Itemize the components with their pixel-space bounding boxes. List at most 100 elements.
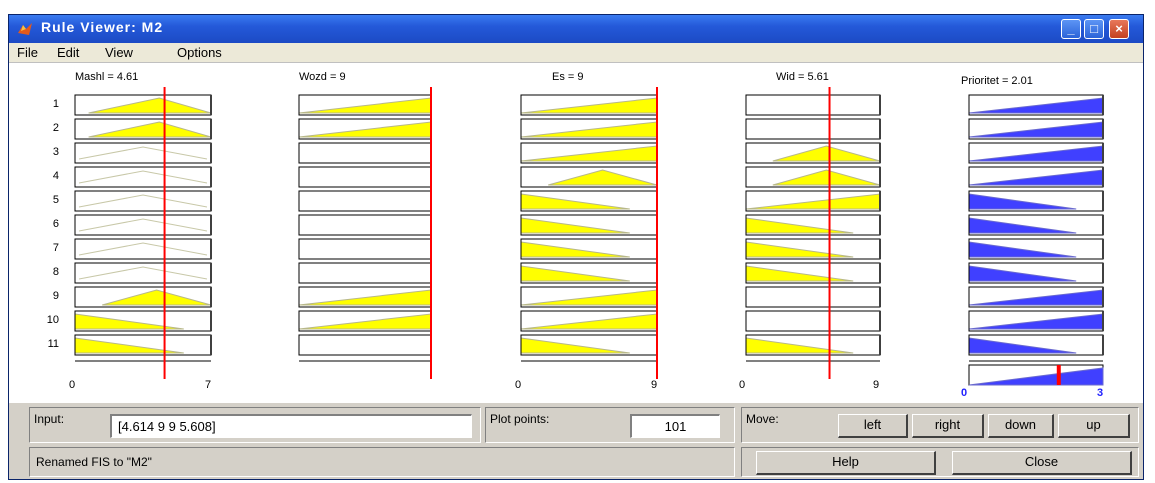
rule-cell-box	[745, 286, 881, 308]
input-mf-shape	[745, 193, 881, 210]
wid-axis-min: 0	[739, 379, 746, 391]
rule-cell-box	[745, 310, 881, 332]
prioritet-axis-min: 0	[961, 387, 968, 399]
move-right-button[interactable]: right	[912, 414, 984, 438]
input-mf-shape	[74, 313, 184, 330]
input-mf-shape	[772, 145, 881, 162]
input-mf-shape	[520, 121, 658, 138]
help-close-panel: Help Close	[741, 447, 1139, 477]
mf-outline	[78, 266, 208, 280]
move-up-button[interactable]: up	[1058, 414, 1130, 438]
wid-axis-max: 9	[873, 379, 880, 391]
rule-cell-box	[74, 166, 212, 188]
mashl-axis-max: 7	[205, 379, 212, 391]
input-vector-field[interactable]: [4.614 9 9 5.608]	[110, 414, 472, 438]
close-button[interactable]: Close	[952, 451, 1132, 475]
rule-cell-box	[74, 238, 212, 260]
input-mf-shape	[772, 169, 881, 186]
es-axis-min: 0	[515, 379, 522, 391]
status-bar: Renamed FIS to "M2"	[29, 447, 735, 477]
input-mf-shape	[520, 289, 658, 306]
move-left-button[interactable]: left	[838, 414, 908, 438]
title-bar: Rule Viewer: M2 _ □ ×	[9, 15, 1143, 43]
es-axis-max: 9	[651, 379, 658, 391]
input-mf-shape	[102, 289, 212, 306]
move-down-button[interactable]: down	[988, 414, 1054, 438]
input-mf-shape	[745, 241, 854, 258]
rule-cell-box	[745, 94, 881, 116]
mf-outline	[78, 242, 208, 256]
output-mf-shape	[968, 217, 1077, 234]
rule-viewer-window: Rule Viewer: M2 _ □ × File Edit View Opt…	[8, 14, 1144, 480]
output-mf-shape	[968, 337, 1077, 354]
input-mf-shape	[298, 289, 432, 306]
rule-cell-box	[745, 118, 881, 140]
output-mf-shape	[968, 241, 1077, 258]
input-mf-shape	[298, 313, 432, 330]
input-mf-shape	[745, 337, 854, 354]
plot-points-panel: Plot points: 101	[485, 407, 735, 443]
rule-cell-box	[74, 142, 212, 164]
input-mf-shape	[298, 121, 432, 138]
rule-cell-box	[298, 238, 432, 260]
window-title: Rule Viewer: M2	[41, 19, 164, 35]
mf-outline	[78, 146, 208, 160]
input-mf-shape	[520, 313, 658, 330]
input-mf-shape	[520, 241, 630, 258]
help-button[interactable]: Help	[756, 451, 936, 475]
input-mf-shape	[548, 169, 658, 186]
plot-points-label: Plot points:	[490, 412, 550, 426]
output-mf-shape	[968, 169, 1104, 186]
rule-cell-box	[74, 214, 212, 236]
input-mf-shape	[88, 121, 212, 138]
rule-cell-box	[74, 190, 212, 212]
input-mf-shape	[745, 265, 854, 282]
output-mf-shape	[968, 97, 1104, 114]
mf-outline	[78, 194, 208, 208]
rule-cell-box	[298, 262, 432, 284]
status-text: Renamed FIS to "M2"	[36, 455, 152, 469]
menu-bar: File Edit View Options	[9, 43, 1143, 63]
rule-cell-box	[298, 166, 432, 188]
input-mf-shape	[88, 97, 212, 114]
input-mf-shape	[520, 217, 630, 234]
rule-cell-box	[298, 142, 432, 164]
output-mf-shape	[968, 193, 1077, 210]
input-mf-shape	[74, 337, 184, 354]
rule-cell-box	[74, 262, 212, 284]
output-mf-shape	[968, 121, 1104, 138]
output-mf-shape	[968, 289, 1104, 306]
input-mf-shape	[520, 193, 630, 210]
matlab-icon	[18, 23, 32, 35]
rule-cell-box	[298, 214, 432, 236]
input-mf-shape	[520, 97, 658, 114]
input-label: Input:	[34, 412, 65, 426]
close-window-button[interactable]: ×	[1109, 19, 1129, 39]
input-mf-shape	[745, 217, 854, 234]
move-label: Move:	[746, 412, 779, 426]
prioritet-axis-max: 3	[1097, 387, 1104, 399]
minimize-button[interactable]: _	[1061, 19, 1081, 39]
membership-function-plots	[74, 87, 1104, 386]
plot-points-field[interactable]: 101	[630, 414, 720, 438]
mashl-axis-min: 0	[69, 379, 76, 391]
rule-cell-box	[298, 190, 432, 212]
input-mf-shape	[520, 145, 658, 162]
menu-view[interactable]: View	[105, 45, 133, 60]
menu-options[interactable]: Options	[177, 45, 222, 60]
mf-outline	[78, 170, 208, 184]
output-mf-shape	[968, 265, 1077, 282]
input-mf-shape	[298, 97, 432, 114]
rule-plot-area: Mashl = 4.61 Wozd = 9 Es = 9 Wid = 5.61 …	[9, 63, 1143, 403]
maximize-button[interactable]: □	[1084, 19, 1104, 39]
input-panel: Input: [4.614 9 9 5.608]	[29, 407, 481, 443]
rule-cell-box	[298, 334, 432, 356]
input-mf-shape	[520, 337, 630, 354]
output-mf-shape	[968, 145, 1104, 162]
menu-file[interactable]: File	[17, 45, 38, 60]
output-mf-shape	[968, 313, 1104, 330]
mf-outline	[78, 218, 208, 232]
input-mf-shape	[520, 265, 630, 282]
move-panel: Move: left right down up	[741, 407, 1139, 443]
menu-edit[interactable]: Edit	[57, 45, 79, 60]
